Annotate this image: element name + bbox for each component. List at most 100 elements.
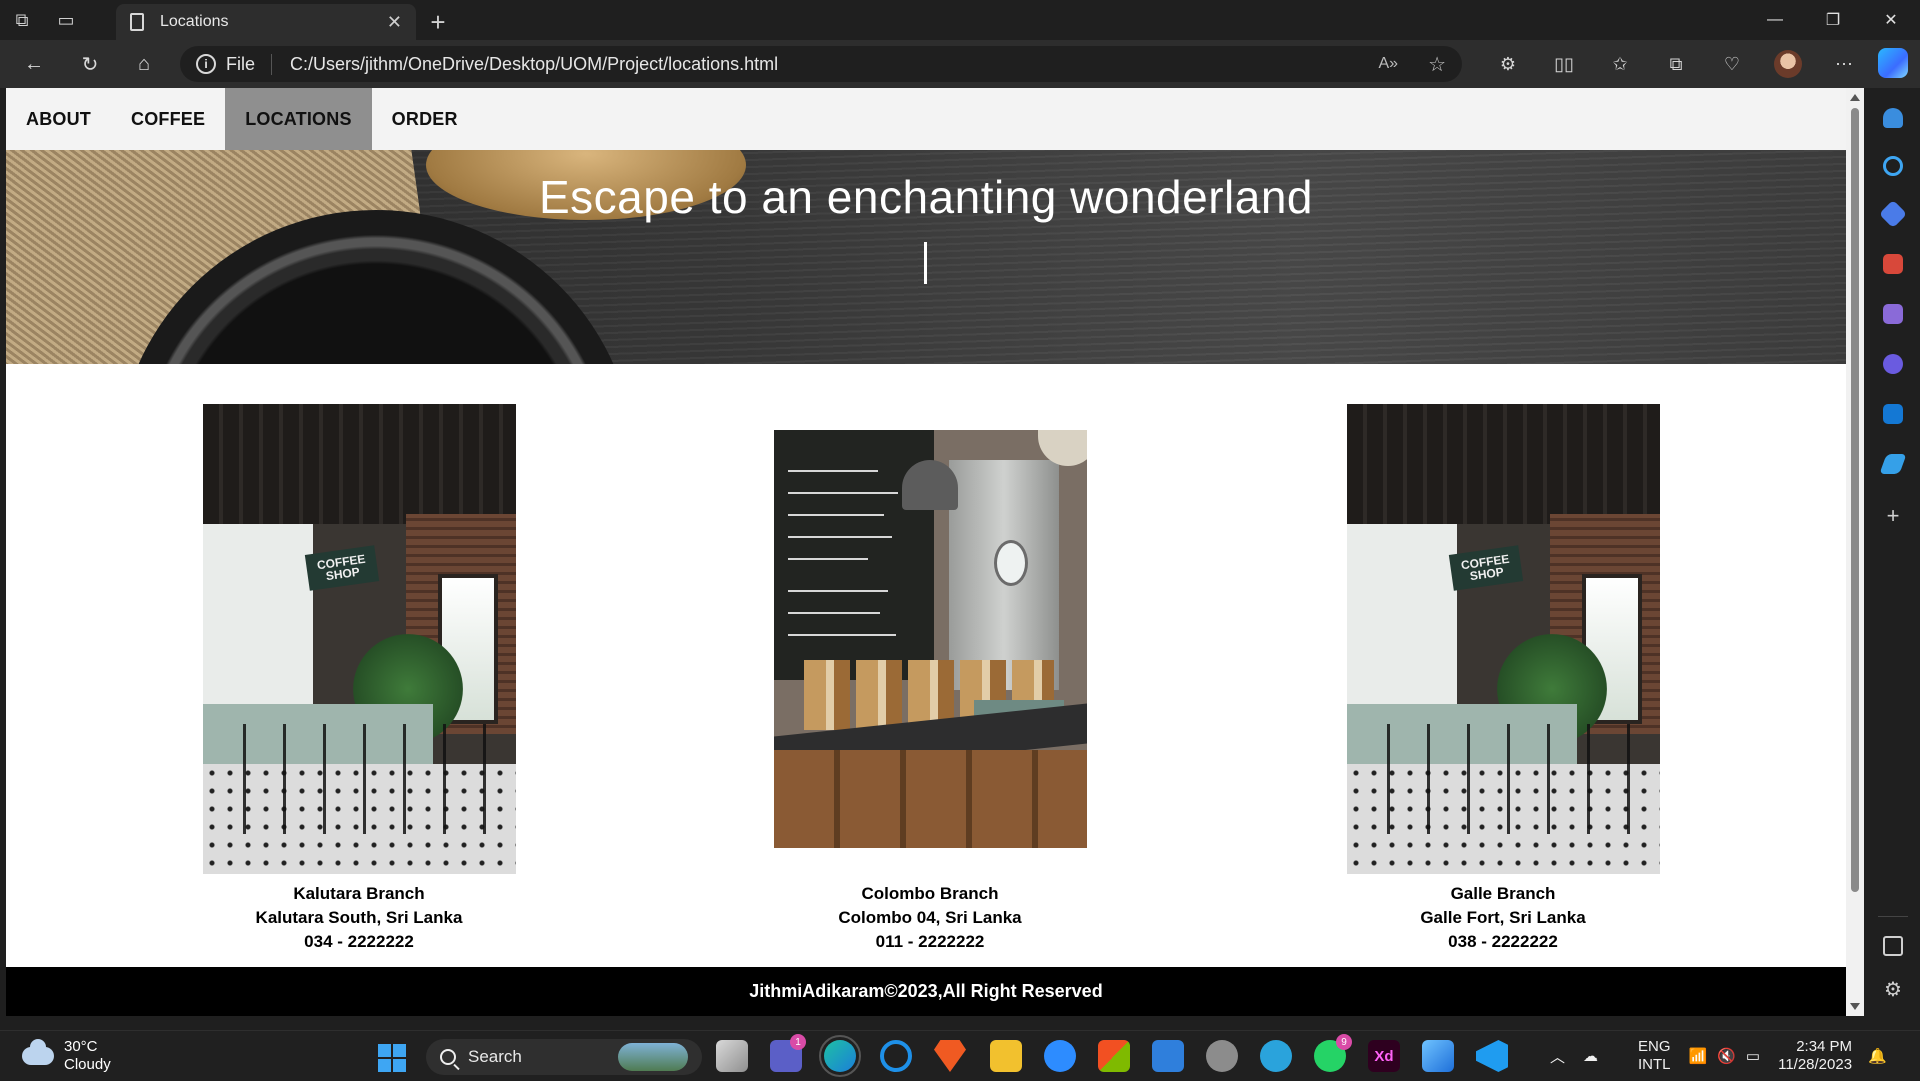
address-bar[interactable]: i File C:/Users/jithm/OneDrive/Desktop/U… xyxy=(180,46,1462,82)
taskbar-search-label: Search xyxy=(468,1047,522,1066)
nav-locations[interactable]: LOCATIONS xyxy=(225,88,372,150)
search-icon[interactable] xyxy=(1883,156,1903,176)
new-tab-button[interactable]: + xyxy=(420,4,456,40)
branch-info-galle: Galle Branch Galle Fort, Sri Lanka 038 -… xyxy=(1293,882,1713,954)
branch-phone: 011 - 2222222 xyxy=(875,932,985,951)
copilot-sidebar-icon[interactable] xyxy=(1883,354,1903,374)
taskbar-search[interactable]: Search xyxy=(426,1039,702,1075)
document-icon xyxy=(130,13,144,31)
start-button[interactable] xyxy=(378,1044,406,1072)
url-scheme: File xyxy=(226,53,273,75)
browser-tools: ⚙ ▯▯ ✩ ⧉ ♡ ⋯ xyxy=(1480,48,1872,80)
branch-address: Galle Fort, Sri Lanka xyxy=(1420,908,1586,927)
shopping-tag-icon[interactable] xyxy=(1878,199,1908,229)
refresh-button[interactable]: ↻ xyxy=(72,48,108,80)
scroll-thumb[interactable] xyxy=(1851,108,1859,892)
browser-toolbar: ← ↻ ⌂ i File C:/Users/jithm/OneDrive/Des… xyxy=(0,40,1920,88)
drop-icon[interactable] xyxy=(1879,454,1907,474)
tab-actions-icon[interactable]: ▭ xyxy=(44,0,88,40)
window-controls: — ❐ ✕ xyxy=(1746,0,1920,40)
copilot-icon[interactable] xyxy=(1878,48,1908,78)
browser-tab-locations[interactable]: Locations ✕ xyxy=(116,4,416,40)
system-tray: ︿ ☁ ENG INTL 📶 🔇 ▭ 2:34 PM 11/28/2023 🔔 xyxy=(1550,1031,1887,1081)
onedrive-cloud-icon[interactable]: ☁ xyxy=(1583,1047,1598,1065)
restore-button[interactable]: ❐ xyxy=(1804,0,1862,40)
branch-photo-galle: COFFEE SHOP xyxy=(1346,404,1660,874)
edge-browser-icon[interactable] xyxy=(819,1035,861,1077)
search-icon xyxy=(440,1049,456,1065)
branch-phone: 034 - 2222222 xyxy=(304,932,414,951)
brave-browser-icon[interactable] xyxy=(934,1040,966,1072)
profile-avatar[interactable] xyxy=(1774,50,1802,78)
weather-temperature: 30°C xyxy=(64,1038,98,1055)
nav-coffee[interactable]: COFFEE xyxy=(111,88,225,150)
microsoft-store-icon[interactable] xyxy=(1098,1040,1130,1072)
show-hidden-icons-chevron[interactable]: ︿ xyxy=(1550,1046,1565,1067)
shop-sign: COFFEE SHOP xyxy=(1448,545,1523,591)
volume-muted-icon[interactable]: 🔇 xyxy=(1717,1047,1736,1065)
notifications-bell-icon[interactable] xyxy=(1883,108,1903,128)
split-screen-icon[interactable]: ▯▯ xyxy=(1536,48,1592,80)
typing-caret xyxy=(924,242,927,284)
minimize-button[interactable]: — xyxy=(1746,0,1804,40)
weather-description: Cloudy xyxy=(64,1056,111,1073)
vscode-icon[interactable] xyxy=(1476,1040,1508,1072)
file-explorer-icon[interactable] xyxy=(990,1040,1022,1072)
photos-icon[interactable] xyxy=(1422,1040,1454,1072)
url-text[interactable]: C:/Users/jithm/OneDrive/Desktop/UOM/Proj… xyxy=(290,54,1378,75)
telegram-icon[interactable] xyxy=(1260,1040,1292,1072)
browser-essentials-icon[interactable]: ♡ xyxy=(1704,48,1760,80)
branch-card-galle: COFFEE SHOP Galle Branch Galle Fort, Sri… xyxy=(1293,404,1713,951)
more-menu-icon[interactable]: ⋯ xyxy=(1816,48,1872,80)
hero-banner: Escape to an enchanting wonderland xyxy=(6,150,1846,364)
close-tab-icon[interactable]: ✕ xyxy=(387,12,402,33)
zoom-icon[interactable] xyxy=(1044,1040,1076,1072)
battery-icon[interactable]: ▭ xyxy=(1746,1047,1760,1065)
task-view-icon[interactable] xyxy=(716,1040,748,1072)
read-aloud-icon[interactable]: A» xyxy=(1378,55,1398,73)
system-clock[interactable]: 2:34 PM 11/28/2023 xyxy=(1778,1038,1852,1074)
favorite-star-icon[interactable]: ☆ xyxy=(1428,52,1446,77)
branch-name: Colombo Branch xyxy=(861,884,999,903)
keyboard-layout: INTL xyxy=(1638,1056,1671,1073)
cloud-icon xyxy=(22,1039,54,1065)
page-scrollbar[interactable] xyxy=(1846,88,1864,1016)
notification-bell-icon[interactable]: 🔔 xyxy=(1868,1047,1887,1065)
branch-photo-kalutara: COFFEE SHOP xyxy=(202,404,516,874)
back-button[interactable]: ← xyxy=(16,48,52,80)
shop-sign: COFFEE SHOP xyxy=(304,545,379,591)
mail-icon[interactable] xyxy=(1152,1040,1184,1072)
home-button[interactable]: ⌂ xyxy=(126,48,162,80)
branch-info-kalutara: Kalutara Branch Kalutara South, Sri Lank… xyxy=(149,882,569,954)
browser-titlebar: ⧉ ▭ Locations ✕ + — ❐ ✕ xyxy=(0,0,1920,40)
wifi-icon[interactable]: 📶 xyxy=(1689,1047,1708,1065)
branch-name: Galle Branch xyxy=(1450,884,1556,903)
add-sidebar-app-icon[interactable]: + xyxy=(1883,505,1903,527)
close-window-button[interactable]: ✕ xyxy=(1862,0,1920,40)
settings-gear-icon[interactable] xyxy=(1206,1040,1238,1072)
info-icon[interactable]: i xyxy=(196,54,216,74)
branch-card-kalutara: COFFEE SHOP Kalutara Branch Kalutara Sou… xyxy=(149,404,569,951)
sidebar-settings-icon[interactable]: ⚙ xyxy=(1883,980,1903,1000)
whatsapp-badge: 9 xyxy=(1336,1034,1352,1050)
workspaces-icon[interactable]: ⧉ xyxy=(0,0,44,40)
branch-photo-colombo xyxy=(773,430,1087,848)
favorites-icon[interactable]: ✩ xyxy=(1592,48,1648,80)
language-indicator[interactable]: ENG INTL xyxy=(1638,1038,1671,1074)
tools-briefcase-icon[interactable] xyxy=(1883,254,1903,274)
branch-info-colombo: Colombo Branch Colombo 04, Sri Lanka 011… xyxy=(720,882,1140,954)
weather-widget[interactable]: 30°C Cloudy xyxy=(22,1031,111,1081)
adobe-xd-icon[interactable]: Xd xyxy=(1368,1040,1400,1072)
extensions-icon[interactable]: ⚙ xyxy=(1480,48,1536,80)
nav-order[interactable]: ORDER xyxy=(372,88,478,150)
nav-about[interactable]: ABOUT xyxy=(6,88,111,150)
scroll-down-arrow[interactable] xyxy=(1850,1003,1860,1010)
teams-badge: 1 xyxy=(790,1034,806,1050)
games-icon[interactable] xyxy=(1883,304,1903,324)
cortana-icon[interactable] xyxy=(880,1040,912,1072)
collections-icon[interactable]: ⧉ xyxy=(1648,48,1704,80)
outlook-icon[interactable] xyxy=(1883,404,1903,424)
hide-sidebar-icon[interactable] xyxy=(1883,936,1903,956)
locations-section: COFFEE SHOP Kalutara Branch Kalutara Sou… xyxy=(6,404,1846,964)
scroll-up-arrow[interactable] xyxy=(1850,94,1860,101)
